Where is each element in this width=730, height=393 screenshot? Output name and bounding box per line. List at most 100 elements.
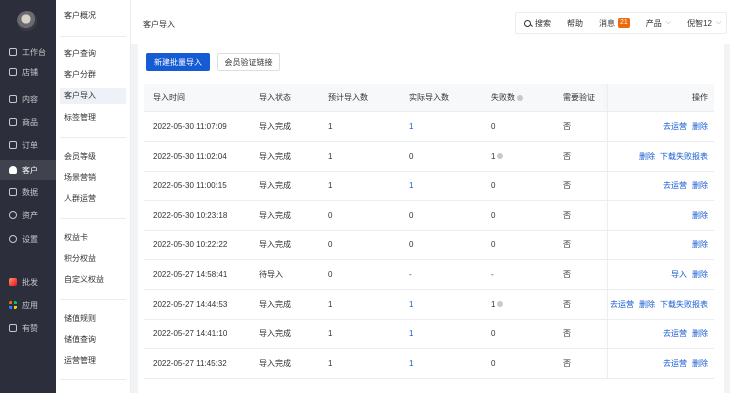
user-dropdown[interactable]: 倪智12 ⌵ — [679, 12, 729, 34]
action-link[interactable]: 去运营 — [663, 180, 687, 191]
nav-item-goods[interactable]: 商品 — [0, 112, 56, 132]
action-link[interactable]: 删除 — [692, 239, 708, 250]
subnav-item[interactable]: 标签管理 — [60, 110, 126, 126]
nav-item-wholesale[interactable]: 批发 — [0, 272, 56, 292]
action-link[interactable]: 删除 — [692, 328, 708, 339]
subnav-item[interactable]: 人群运营 — [60, 191, 126, 207]
subnav-item[interactable]: 权益卡 — [60, 230, 126, 246]
subnav-item[interactable]: 储值查询 — [60, 332, 126, 348]
messages-button[interactable]: 消息 21 — [591, 12, 638, 34]
cell-time: 2022-05-30 10:23:18 — [153, 210, 228, 220]
divider — [60, 299, 126, 300]
message-count-badge: 21 — [618, 18, 630, 28]
row-actions: 删除 — [687, 230, 708, 259]
table-cell: 否 — [563, 260, 571, 289]
member-verify-link-button[interactable]: 会员验证链接 — [217, 53, 280, 71]
nav-item-label: 订单 — [22, 140, 38, 150]
table-cell: 1 — [409, 171, 413, 200]
divider — [60, 36, 126, 37]
nav-item-order[interactable]: 订单 — [0, 135, 56, 155]
table-cell: 否 — [563, 230, 571, 259]
divider — [60, 218, 126, 219]
table-cell: 1 — [409, 319, 413, 348]
action-link[interactable]: 删除 — [692, 358, 708, 369]
table-cell: 1 — [328, 112, 332, 141]
nav-item-desktop[interactable]: 工作台 — [0, 42, 56, 62]
nav-item-chart[interactable]: 数据 — [0, 182, 56, 202]
search-button[interactable]: 搜索 — [516, 12, 559, 34]
nav-item-apps[interactable]: 应用 — [0, 295, 56, 315]
subnav-item[interactable]: 客户查询 — [60, 46, 126, 62]
action-link[interactable]: 下载失败报表 — [660, 299, 708, 310]
nav-item-content[interactable]: 内容 — [0, 89, 56, 109]
search-label: 搜索 — [535, 18, 551, 28]
product-dropdown[interactable]: 产品 ⌵ — [638, 12, 679, 34]
info-icon[interactable] — [497, 153, 504, 160]
action-link[interactable]: 去运营 — [610, 299, 634, 310]
nav-item-label: 数据 — [22, 187, 38, 197]
cell-actual: 1 — [409, 358, 414, 368]
cell-time: 2022-05-30 11:00:15 — [153, 181, 227, 191]
row-actions: 删除 下载失败报表 — [634, 142, 708, 171]
table-cell: 2022-05-27 11:45:32 — [153, 349, 227, 378]
subnav-item[interactable]: 客户分群 — [60, 67, 126, 83]
action-link[interactable]: 删除 — [639, 151, 655, 162]
table-cell: 2022-05-30 11:00:15 — [153, 171, 227, 200]
subnav-item[interactable]: 储值规则 — [60, 311, 126, 327]
nav-item-thumb[interactable]: 有赞 — [0, 318, 56, 338]
nav-item-label: 批发 — [22, 277, 38, 287]
subnav-item[interactable]: 运营管理 — [60, 353, 126, 369]
nav-item-user[interactable]: 客户 — [0, 160, 56, 180]
subnav-item[interactable]: 自定义权益 — [60, 272, 126, 288]
nav-item-asset[interactable]: 资产 — [0, 205, 56, 225]
info-icon[interactable] — [517, 94, 523, 101]
action-link[interactable]: 删除 — [639, 299, 655, 310]
shop-avatar[interactable] — [17, 11, 37, 31]
action-link[interactable]: 去运营 — [663, 328, 687, 339]
new-batch-import-button[interactable]: 新建批量导入 — [146, 53, 210, 71]
subnav-item[interactable]: 积分权益 — [60, 251, 126, 267]
divider — [607, 171, 608, 201]
action-link[interactable]: 删除 — [692, 121, 708, 132]
action-link[interactable]: 删除 — [692, 269, 708, 280]
table-cell: 1 — [491, 142, 504, 171]
table-cell: 导入完成 — [259, 171, 291, 200]
divider — [607, 84, 608, 111]
action-link[interactable]: 删除 — [692, 180, 708, 191]
action-link[interactable]: 删除 — [692, 210, 708, 221]
subnav-item[interactable]: 客户导入 — [60, 88, 126, 104]
action-link[interactable]: 去运营 — [663, 121, 687, 132]
row-actions: 去运营 删除 — [658, 112, 708, 141]
cell-status: 导入完成 — [259, 151, 291, 161]
cell-status: 导入完成 — [259, 240, 291, 250]
cell-failed: 0 — [491, 358, 496, 368]
cell-actual: 0 — [409, 151, 414, 161]
action-link[interactable]: 下载失败报表 — [660, 151, 708, 162]
cell-actual: 0 — [409, 210, 414, 220]
table-cell: 否 — [563, 201, 571, 230]
cell-status: 待导入 — [259, 270, 283, 279]
cell-status: 导入完成 — [259, 122, 291, 131]
subnav-item[interactable]: 客户概况 — [60, 8, 126, 24]
cell-status: 导入完成 — [259, 210, 291, 220]
cell-time: 2022-05-27 14:41:10 — [153, 329, 228, 339]
cell-verify: 否 — [563, 151, 571, 161]
cell-expected: 1 — [328, 151, 333, 161]
nav-item-gear[interactable]: 设置 — [0, 229, 56, 249]
info-icon[interactable] — [497, 301, 504, 308]
cell-actual: 0 — [409, 240, 414, 250]
subnav-item[interactable]: 场景营销 — [60, 170, 126, 186]
table-cell: 0 — [491, 171, 495, 200]
subnav-item[interactable]: 会员等级 — [60, 149, 126, 165]
help-button[interactable]: 帮助 — [559, 12, 591, 34]
nav-item-label: 客户 — [22, 165, 38, 175]
action-link[interactable]: 去运营 — [663, 358, 687, 369]
row-actions: 去运营 删除 — [658, 349, 708, 378]
chevron-down-icon: ⌵ — [665, 19, 672, 26]
column-header-label: 操作 — [692, 93, 708, 102]
action-link[interactable]: 导入 — [671, 269, 687, 280]
cell-failed: - — [491, 270, 494, 279]
product-label: 产品 — [645, 18, 662, 28]
help-label: 帮助 — [567, 18, 583, 28]
nav-item-store[interactable]: 店铺 — [0, 62, 56, 82]
